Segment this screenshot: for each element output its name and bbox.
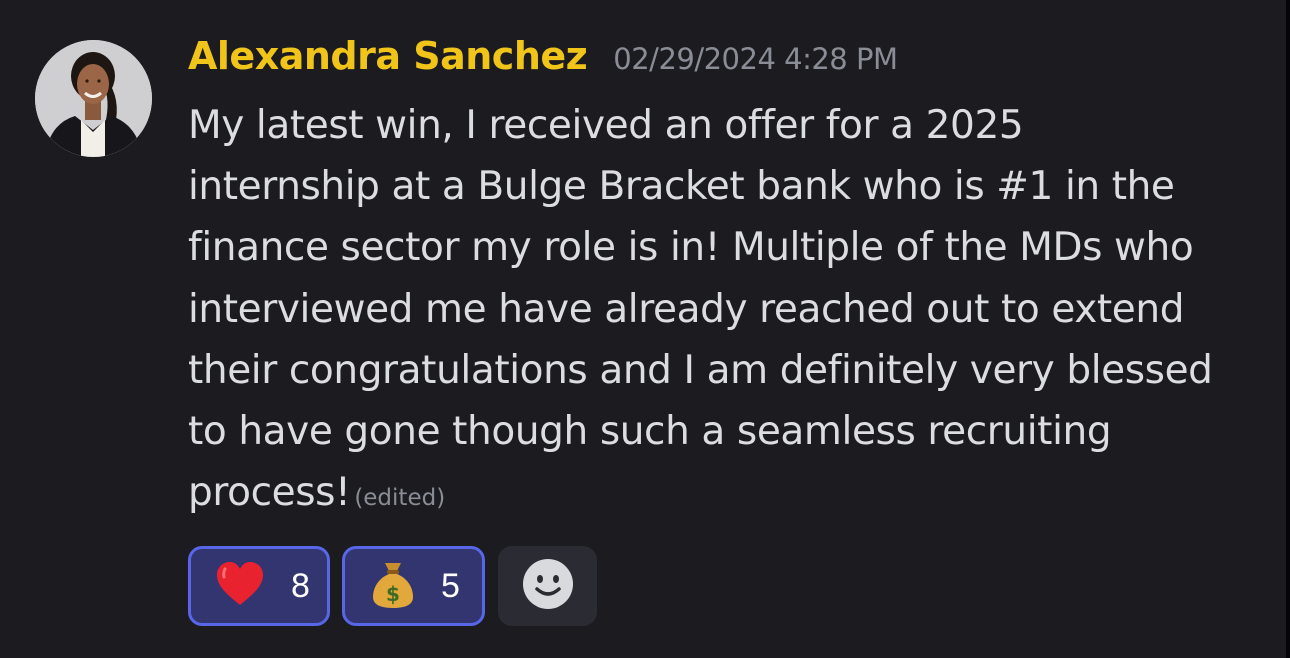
message-last-line: process! (edited) [188,462,1263,529]
message-line: their congratulations and I am definitel… [188,347,1213,393]
message-line: My latest win, I received an offer for a… [188,103,1024,148]
svg-text:$: $ [386,582,400,606]
edited-label: (edited) [354,485,446,512]
message-line: finance sector my role is in! Multiple o… [188,225,1194,271]
money-bag-icon: $ [371,559,415,613]
reaction-money-bag-button[interactable]: $ 5 [342,546,485,626]
red-heart-icon [215,561,265,611]
message-line: process! [188,470,351,516]
message-line: internship at a Bulge Bracket bank who i… [188,164,1175,210]
chat-message: Alexandra Sanchez 02/29/2024 4:28 PM My … [0,0,1286,658]
message-header: Alexandra Sanchez 02/29/2024 4:28 PM [188,34,898,90]
add-reaction-button[interactable] [498,546,597,626]
smiley-face-icon [522,558,574,614]
window-edge [1286,0,1290,658]
reaction-count: 5 [441,566,460,605]
author-name[interactable]: Alexandra Sanchez [188,34,588,78]
avatar-image [35,40,152,157]
reaction-count: 8 [291,566,310,605]
message-line: interviewed me have already reached out … [188,286,1185,332]
message-content: My latest win, I received an offer for a… [188,95,1263,529]
message-line: to have gone though such a seamless recr… [188,409,1112,455]
reaction-heart-button[interactable]: 8 [188,546,330,626]
avatar[interactable] [35,40,152,157]
message-timestamp: 02/29/2024 4:28 PM [613,42,898,76]
